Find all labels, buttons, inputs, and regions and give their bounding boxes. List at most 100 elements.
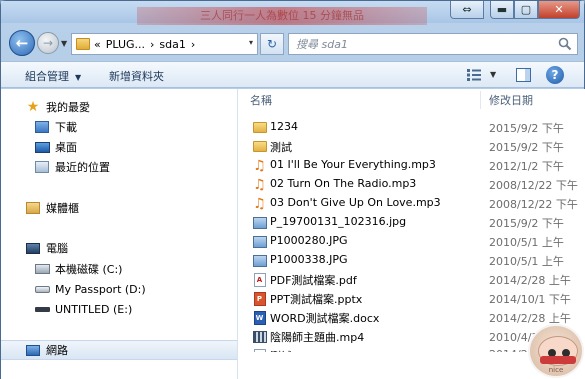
organize-label: 組合管理: [25, 70, 69, 83]
title-bar[interactable]: 三人同行一人為數位 15 分鐘無品 ⇔ ▬ ▢ ✕: [1, 1, 584, 25]
list-item[interactable]: ♫ 03 Don't Give Up On Love.mp3 2008/12/2…: [239, 194, 585, 213]
nav-desktop[interactable]: 桌面: [34, 138, 77, 156]
file-name: 01 I'll Be Your Everything.mp3: [270, 158, 436, 171]
preview-pane-icon[interactable]: [516, 68, 531, 82]
column-header-name[interactable]: 名稱: [250, 89, 272, 111]
nav-recent-label: 最近的位置: [55, 161, 110, 174]
nav-recent-places[interactable]: 最近的位置: [34, 158, 110, 176]
folder-icon: [252, 120, 267, 135]
column-divider[interactable]: [480, 91, 481, 109]
usb-drive-icon: [34, 282, 50, 296]
search-icon[interactable]: [558, 37, 572, 51]
content-area: ★ 我的最愛 下載 桌面 最近的位置 媒體櫃 電腦 本機磁碟 (C:) My P…: [1, 89, 585, 379]
file-name: 陰陽師主題曲.mp4: [270, 331, 365, 344]
search-input[interactable]: 搜尋 sda1: [288, 33, 578, 55]
list-item[interactable]: A PDF測試檔案.pdf 2014/2/28 上午: [239, 270, 585, 289]
breadcrumb-separator[interactable]: ›: [191, 38, 195, 51]
list-item[interactable]: P PPT測試檔案.pptx 2014/10/1 下午: [239, 289, 585, 308]
list-item[interactable]: 1234 2015/9/2 下午: [239, 118, 585, 137]
help-icon[interactable]: ?: [546, 66, 564, 84]
forward-arrow-icon: →: [42, 36, 54, 50]
command-bar: 組合管理 ▼ 新增資料夾 ▼ ?: [1, 61, 584, 88]
nav-libraries[interactable]: 媒體櫃: [25, 199, 79, 217]
library-icon: [25, 201, 41, 215]
back-button[interactable]: ←: [9, 30, 35, 56]
recent-pages-dropdown[interactable]: ▼: [61, 39, 67, 48]
back-arrow-icon: ←: [15, 34, 29, 52]
file-date: 2010/5/1 上午: [489, 255, 564, 268]
nav-desktop-label: 桌面: [55, 141, 77, 154]
file-name: PDF測試檔案.pdf: [270, 274, 357, 287]
nav-favorites[interactable]: ★ 我的最愛: [25, 98, 90, 116]
folder-icon: [252, 139, 267, 154]
image-file-icon: [252, 234, 267, 249]
nav-drive-e[interactable]: UNTITLED (E:): [34, 300, 132, 318]
file-name: 02 Turn On The Radio.mp3: [270, 177, 417, 190]
refresh-button[interactable]: ↻: [260, 33, 284, 55]
navigation-pane: ★ 我的最愛 下載 桌面 最近的位置 媒體櫃 電腦 本機磁碟 (C:) My P…: [1, 89, 238, 379]
file-date: 2010/5/1 上午: [489, 236, 564, 249]
computer-icon: [25, 241, 41, 255]
nav-downloads-label: 下載: [55, 121, 77, 134]
address-dropdown-icon[interactable]: ▾: [249, 38, 253, 47]
music-note-icon: ♫: [253, 195, 266, 212]
file-name: 測試: [270, 141, 292, 154]
close-button[interactable]: ✕: [538, 1, 580, 19]
nav-drive-d-label: My Passport (D:): [55, 282, 146, 296]
file-date: 2008/12/22 下午: [489, 179, 578, 192]
breadcrumb-separator[interactable]: ›: [150, 38, 154, 51]
file-date: 2014/2/28 上午: [489, 274, 571, 287]
file-date: 2008/12/22 下午: [489, 198, 578, 211]
download-folder-icon: [34, 120, 50, 134]
list-item[interactable]: ♫ 01 I'll Be Your Everything.mp3 2012/1/…: [239, 156, 585, 175]
list-item[interactable]: W WORD測試檔案.docx 2014/2/28 上午: [239, 308, 585, 327]
new-folder-label: 新增資料夾: [109, 70, 164, 83]
breadcrumb-item-plug[interactable]: PLUG...: [106, 38, 145, 51]
view-options-icon[interactable]: [467, 69, 481, 81]
list-item[interactable]: P_19700131_102316.jpg 2015/9/2 下午: [239, 213, 585, 232]
breadcrumb: « PLUG... › sda1 ›: [94, 38, 200, 51]
window-controls: ⇔ ▬ ▢ ✕: [450, 1, 580, 19]
forward-button[interactable]: →: [37, 32, 59, 54]
file-name: WORD測試檔案.docx: [270, 312, 380, 325]
pdf-file-icon: A: [252, 272, 267, 287]
file-date: 2014/10/1 下午: [489, 293, 571, 306]
file-name: 03 Don't Give Up On Love.mp3: [270, 196, 441, 209]
list-item[interactable]: 測試 2015/9/2 下午: [239, 137, 585, 156]
list-item[interactable]: ♫ 02 Turn On The Radio.mp3 2008/12/22 下午: [239, 175, 585, 194]
view-dropdown-icon[interactable]: ▼: [490, 70, 496, 79]
minimize-button[interactable]: ▬: [490, 1, 514, 19]
new-folder-button[interactable]: 新增資料夾: [109, 68, 164, 84]
list-item[interactable]: P1000338.JPG 2010/5/1 上午: [239, 251, 585, 270]
breadcrumb-overflow[interactable]: «: [94, 38, 101, 51]
organize-button[interactable]: 組合管理 ▼: [25, 68, 81, 84]
maximize-button[interactable]: ▢: [514, 1, 538, 19]
music-note-icon: ♫: [253, 176, 266, 193]
file-name: PPT測試檔案.pptx: [270, 293, 363, 306]
file-date: 2015/9/2 下午: [489, 141, 564, 154]
search-placeholder: 搜尋 sda1: [296, 38, 348, 51]
file-name: 測試XLS.xlsx: [270, 350, 338, 363]
snap-button[interactable]: ⇔: [450, 1, 484, 19]
image-file-icon: [252, 215, 267, 230]
nav-network[interactable]: 網路: [1, 340, 237, 360]
powerpoint-file-icon: P: [252, 291, 267, 306]
address-bar[interactable]: « PLUG... › sda1 › ▾: [71, 33, 258, 55]
image-file-icon: [252, 253, 267, 268]
nav-drive-d[interactable]: My Passport (D:): [34, 280, 146, 298]
nav-computer[interactable]: 電腦: [25, 239, 68, 257]
breadcrumb-item-sda1[interactable]: sda1: [159, 38, 185, 51]
watermark-badge: nice: [528, 324, 584, 378]
title-banner: 三人同行一人為數位 15 分鐘無品: [137, 7, 427, 25]
file-date: 2015/9/2 下午: [489, 217, 564, 230]
explorer-window: 三人同行一人為數位 15 分鐘無品 ⇔ ▬ ▢ ✕ ← → ▼ « PLUG..…: [0, 0, 585, 379]
star-icon: ★: [26, 99, 40, 115]
column-header-modified[interactable]: 修改日期: [489, 89, 533, 111]
nav-downloads[interactable]: 下載: [34, 118, 77, 136]
list-item[interactable]: P1000280.JPG 2010/5/1 上午: [239, 232, 585, 251]
nav-drive-c[interactable]: 本機磁碟 (C:): [34, 260, 122, 278]
nav-drive-e-label: UNTITLED (E:): [55, 302, 133, 316]
video-file-icon: [252, 329, 267, 344]
file-date: 2015/9/2 下午: [489, 122, 564, 135]
file-name: P_19700131_102316.jpg: [270, 215, 407, 228]
